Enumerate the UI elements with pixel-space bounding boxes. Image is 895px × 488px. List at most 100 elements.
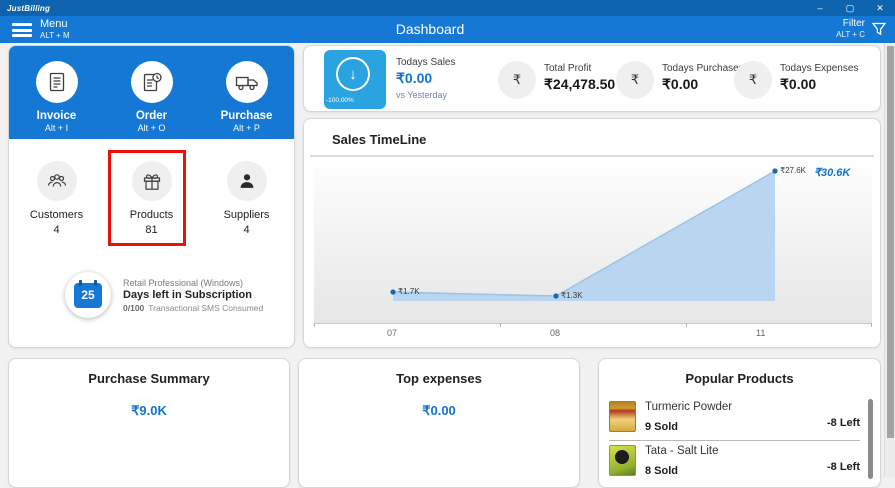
order-label: Order xyxy=(104,110,199,122)
turmeric-powder-image xyxy=(609,401,636,432)
total-profit-label: Total Profit xyxy=(544,63,615,74)
rupee-icon: ₹ xyxy=(498,61,536,99)
products-list-scrollbar[interactable] xyxy=(868,399,873,479)
product-sold: 9 Sold xyxy=(645,421,678,433)
todays-expenses-text: Todays Expenses ₹0.00 xyxy=(780,63,858,93)
filter-shortcut: ALT + C xyxy=(836,30,865,39)
close-button[interactable]: ✕ xyxy=(865,0,895,16)
app-logo: JustBilling xyxy=(0,4,50,13)
purchase-button[interactable]: Purchase Alt + P xyxy=(199,46,294,139)
invoice-icon xyxy=(36,61,78,103)
popular-products-card: Popular Products Turmeric Powder 9 Sold … xyxy=(598,358,881,488)
product-list-item[interactable]: Turmeric Powder 9 Sold -8 Left xyxy=(609,397,860,441)
order-shortcut: Alt + O xyxy=(104,123,199,133)
customers-label: Customers xyxy=(9,209,104,221)
product-stats-row: 9 Sold -8 Left xyxy=(645,417,860,435)
suppliers-label: Suppliers xyxy=(199,209,294,221)
product-left: -8 Left xyxy=(827,417,860,429)
sales-area-chart: ₹1.7K ₹1.3K ₹27.6K ₹30.6K xyxy=(314,161,872,323)
x-tick-label-11: 11 xyxy=(756,328,765,338)
popular-products-list: Turmeric Powder 9 Sold -8 Left Tata - Sa… xyxy=(609,397,860,484)
rupee-icon: ₹ xyxy=(734,61,772,99)
customers-tile[interactable]: Customers 4 xyxy=(9,161,104,236)
vs-yesterday-label: vs Yesterday xyxy=(396,90,455,100)
subscription-plan: Retail Professional (Windows) xyxy=(123,278,263,288)
sms-label: Transactional SMS Consumed xyxy=(148,303,263,313)
invoice-label: Invoice xyxy=(9,110,104,122)
divider xyxy=(310,155,874,157)
maximize-button[interactable]: ▢ xyxy=(835,0,865,16)
top-expenses-title: Top expenses xyxy=(299,371,579,386)
chart-total-annotation: ₹30.6K xyxy=(814,166,850,179)
x-axis xyxy=(314,323,872,324)
sms-usage: 0/100 xyxy=(123,303,144,313)
sales-trend-tile: ↓ -100.00% xyxy=(324,50,386,109)
vertical-scrollbar[interactable] xyxy=(884,43,895,477)
rupee-glyph: ₹ xyxy=(631,72,639,88)
filter-button[interactable]: Filter ALT + C xyxy=(836,18,887,39)
product-name: Tata - Salt Lite xyxy=(645,445,860,457)
invoice-button[interactable]: Invoice Alt + I xyxy=(9,46,104,139)
todays-purchases-label: Todays Purchases xyxy=(662,63,744,74)
axis-tick xyxy=(314,323,315,327)
total-profit-text: Total Profit ₹24,478.50 xyxy=(544,63,615,93)
subscription-info: 25 Retail Professional (Windows) Days le… xyxy=(65,272,263,318)
down-arrow-glyph: ↓ xyxy=(349,66,357,83)
x-tick-label-07: 07 xyxy=(387,328,397,338)
top-expenses-value: ₹0.00 xyxy=(299,403,579,419)
supplier-person-icon xyxy=(227,161,267,201)
subscription-days-badge: 25 xyxy=(65,272,111,318)
product-name: Turmeric Powder xyxy=(645,401,860,413)
justbilling-dashboard: { "window": { "app_title": "JustBilling"… xyxy=(0,0,895,477)
left-panel: Invoice Alt + I Order Alt + O Purchase A… xyxy=(8,45,295,348)
subscription-text: Retail Professional (Windows) Days left … xyxy=(123,278,263,313)
suppliers-tile[interactable]: Suppliers 4 xyxy=(199,161,294,236)
filter-text: Filter ALT + C xyxy=(836,18,865,39)
invoice-shortcut: Alt + I xyxy=(9,123,104,133)
todays-expenses-stat[interactable]: ₹ xyxy=(734,61,772,99)
point-label-2: ₹1.3K xyxy=(561,291,583,300)
rupee-icon: ₹ xyxy=(616,61,654,99)
tata-salt-image xyxy=(609,445,636,476)
todays-sales-label: Todays Sales xyxy=(396,57,455,68)
todays-purchases-text: Todays Purchases ₹0.00 xyxy=(662,63,744,93)
down-arrow-icon: ↓ xyxy=(336,57,370,91)
sales-change-badge: -100.00% xyxy=(326,97,354,104)
window-titlebar: JustBilling – ▢ ✕ xyxy=(0,0,895,16)
order-icon xyxy=(131,61,173,103)
purchase-label: Purchase xyxy=(199,110,294,122)
subscription-title: Days left in Subscription xyxy=(123,289,263,301)
total-profit-stat[interactable]: ₹ xyxy=(498,61,536,99)
purchase-shortcut: Alt + P xyxy=(199,123,294,133)
product-list-item[interactable]: Tata - Salt Lite 8 Sold -8 Left xyxy=(609,441,860,484)
x-tick-label-08: 08 xyxy=(550,328,560,338)
point-label-3: ₹27.6K xyxy=(780,166,806,175)
todays-sales-value: ₹0.00 xyxy=(396,70,455,87)
chart-title: Sales TimeLine xyxy=(332,132,426,147)
todays-purchases-stat[interactable]: ₹ xyxy=(616,61,654,99)
todays-expenses-label: Todays Expenses xyxy=(780,63,858,74)
stats-card: ↓ -100.00% Todays Sales ₹0.00 vs Yesterd… xyxy=(303,45,881,112)
filter-label: Filter xyxy=(836,18,865,29)
point-label-1: ₹1.7K xyxy=(398,287,420,296)
rupee-glyph: ₹ xyxy=(749,72,757,88)
popular-products-title: Popular Products xyxy=(599,371,880,386)
window-controls: – ▢ ✕ xyxy=(805,0,895,16)
subscription-sms-line: 0/100 Transactional SMS Consumed xyxy=(123,303,263,313)
purchase-summary-title: Purchase Summary xyxy=(9,371,289,386)
axis-tick xyxy=(686,323,687,327)
area-chart-svg xyxy=(314,161,872,323)
todays-sales-stat[interactable]: ↓ -100.00% xyxy=(324,50,386,109)
purchase-summary-card: Purchase Summary ₹9.0K xyxy=(8,358,290,488)
product-stats-row: 8 Sold -8 Left xyxy=(645,461,860,479)
todays-purchases-value: ₹0.00 xyxy=(662,76,744,93)
products-highlight-annotation xyxy=(108,150,186,246)
calendar-icon: 25 xyxy=(74,283,102,308)
top-expenses-card: Top expenses ₹0.00 xyxy=(298,358,580,488)
order-button[interactable]: Order Alt + O xyxy=(104,46,199,139)
header-bar: Menu ALT + M Dashboard Filter ALT + C xyxy=(0,16,895,43)
customers-group-icon xyxy=(37,161,77,201)
vertical-scrollbar-thumb[interactable] xyxy=(887,46,894,438)
minimize-button[interactable]: – xyxy=(805,0,835,16)
quick-actions-section: Invoice Alt + I Order Alt + O Purchase A… xyxy=(9,46,294,139)
